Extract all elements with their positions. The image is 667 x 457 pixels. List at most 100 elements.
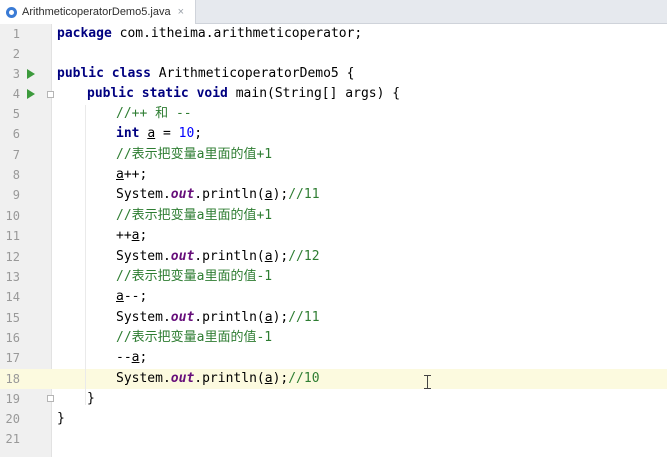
code-text: ); xyxy=(272,310,289,325)
code-text: -- xyxy=(116,350,132,365)
tab-arithmeticoperatordemo5[interactable]: ArithmeticoperatorDemo5.java × xyxy=(0,0,196,24)
variable: a xyxy=(264,310,273,325)
code-text: main(String[] args) { xyxy=(227,86,401,101)
code-line-18[interactable]: System.out.println(a);//10 xyxy=(116,369,320,389)
code-text: .println( xyxy=(194,187,265,202)
variable: a xyxy=(147,126,156,141)
line-number: 14 xyxy=(5,290,20,304)
code-text: } xyxy=(87,391,95,406)
code-text: System. xyxy=(116,371,171,386)
java-class-icon xyxy=(6,6,17,18)
code-text: ; xyxy=(139,350,148,365)
code-text: System. xyxy=(116,310,171,325)
indent-guide xyxy=(85,105,86,405)
line-number: 8 xyxy=(12,168,20,182)
code-line-11[interactable]: ++a; xyxy=(116,226,147,246)
line-number: 9 xyxy=(12,188,20,202)
variable: a xyxy=(264,249,273,264)
code-text: = xyxy=(155,126,179,141)
fold-icon[interactable] xyxy=(47,395,54,402)
fold-icon[interactable] xyxy=(47,91,54,98)
code-line-8[interactable]: a++; xyxy=(116,165,147,185)
code-line-10[interactable]: //表示把变量a里面的值+1 xyxy=(116,206,272,226)
code-text: .println( xyxy=(194,371,265,386)
line-number: 5 xyxy=(12,107,20,121)
close-icon[interactable]: × xyxy=(178,6,184,18)
code-text: ; xyxy=(139,228,148,243)
comment: //表示把变量a里面的值-1 xyxy=(116,269,273,284)
code-line-19[interactable]: } xyxy=(87,389,95,409)
line-number: 15 xyxy=(5,311,20,325)
keyword: public static void xyxy=(87,86,228,101)
code-text: ++ xyxy=(116,228,132,243)
line-number: 10 xyxy=(5,209,20,223)
code-line-6[interactable]: int a = 10; xyxy=(116,124,202,144)
code-text: ; xyxy=(194,126,203,141)
keyword: package xyxy=(57,26,112,41)
code-line-1[interactable]: package com.itheima.arithmeticoperator; xyxy=(57,24,362,44)
variable: a xyxy=(264,187,273,202)
line-number: 20 xyxy=(5,412,20,426)
code-line-12[interactable]: System.out.println(a);//12 xyxy=(116,247,320,267)
line-number: 11 xyxy=(5,229,20,243)
comment: //++ 和 -- xyxy=(116,106,192,121)
text-cursor-icon xyxy=(424,375,431,389)
variable: a xyxy=(264,371,273,386)
static-field: out xyxy=(170,187,195,202)
code-text: com.itheima.arithmeticoperator; xyxy=(111,26,363,41)
line-number: 21 xyxy=(5,432,20,446)
line-number: 17 xyxy=(5,351,20,365)
code-line-3[interactable]: public class ArithmeticoperatorDemo5 { xyxy=(57,64,354,84)
code-line-15[interactable]: System.out.println(a);//11 xyxy=(116,308,320,328)
line-number: 18 xyxy=(5,372,20,386)
current-line-highlight xyxy=(0,369,667,389)
code-line-17[interactable]: --a; xyxy=(116,348,147,368)
code-line-9[interactable]: System.out.println(a);//11 xyxy=(116,185,320,205)
comment: //10 xyxy=(288,371,320,386)
run-main-icon[interactable] xyxy=(27,89,35,99)
code-line-14[interactable]: a--; xyxy=(116,287,147,307)
comment: //12 xyxy=(288,249,320,264)
code-text: .println( xyxy=(194,249,265,264)
code-text: System. xyxy=(116,249,171,264)
comment: //11 xyxy=(288,310,320,325)
line-number: 13 xyxy=(5,270,20,284)
code-line-20[interactable]: } xyxy=(57,409,65,429)
line-number: 2 xyxy=(12,47,20,61)
line-number: 7 xyxy=(12,148,20,162)
tab-label: ArithmeticoperatorDemo5.java xyxy=(22,6,171,18)
code-text: ArithmeticoperatorDemo5 { xyxy=(150,66,355,81)
code-line-13[interactable]: //表示把变量a里面的值-1 xyxy=(116,267,272,287)
line-number: 1 xyxy=(12,27,20,41)
code-text: ); xyxy=(272,371,289,386)
code-line-5[interactable]: //++ 和 -- xyxy=(116,104,192,124)
code-line-7[interactable]: //表示把变量a里面的值+1 xyxy=(116,145,272,165)
code-text: ); xyxy=(272,187,289,202)
line-number: 16 xyxy=(5,331,20,345)
line-number: 3 xyxy=(12,67,20,81)
code-text: } xyxy=(57,411,65,426)
code-text: System. xyxy=(116,187,171,202)
line-number: 4 xyxy=(12,87,20,101)
variable: a xyxy=(116,289,124,304)
code-line-4[interactable]: public static void main(String[] args) { xyxy=(87,84,400,104)
static-field: out xyxy=(170,310,195,325)
comment: //11 xyxy=(288,187,320,202)
static-field: out xyxy=(170,371,195,386)
line-number: 6 xyxy=(12,127,20,141)
comment: //表示把变量a里面的值+1 xyxy=(116,147,273,162)
static-field: out xyxy=(170,249,195,264)
comment: //表示把变量a里面的值+1 xyxy=(116,208,273,223)
code-line-16[interactable]: //表示把变量a里面的值-1 xyxy=(116,328,272,348)
run-class-icon[interactable] xyxy=(27,69,35,79)
code-text: ++; xyxy=(123,167,148,182)
editor-tab-bar: ArithmeticoperatorDemo5.java × xyxy=(0,0,667,24)
code-text: .println( xyxy=(194,310,265,325)
keyword: public class xyxy=(57,66,151,81)
comment: //表示把变量a里面的值-1 xyxy=(116,330,273,345)
line-number: 19 xyxy=(5,392,20,406)
code-text: --; xyxy=(123,289,148,304)
keyword: int xyxy=(116,126,140,141)
variable: a xyxy=(116,167,124,182)
line-number: 12 xyxy=(5,250,20,264)
